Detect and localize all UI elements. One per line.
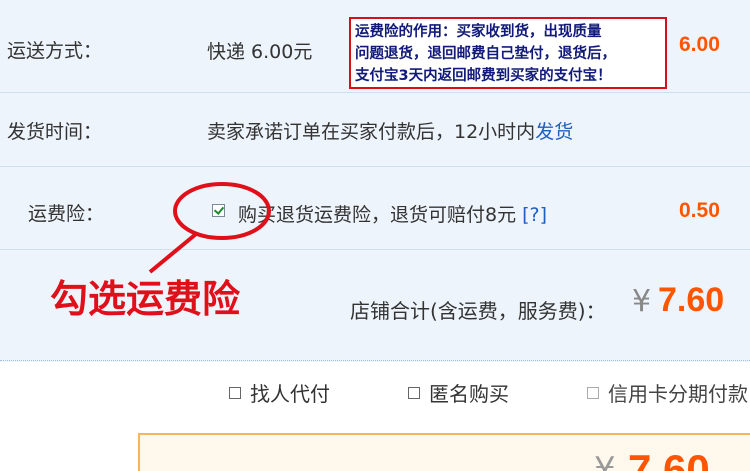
freight-insurance-text: 购买退货运费险，退货可赔付8元: [238, 204, 517, 226]
shop-total-amount: 7.60: [658, 281, 725, 319]
row-divider: [0, 249, 750, 250]
note-line-3: 支付宝3天内返回邮费到买家的支付宝！: [355, 68, 612, 84]
shipping-method: 快递 6.00元: [207, 41, 313, 63]
order-total-amount: 7.60: [628, 446, 710, 471]
row-divider: [0, 92, 750, 93]
option-anonymous-purchase[interactable]: 匿名购买: [408, 378, 509, 407]
proxy-pay-checkbox[interactable]: [229, 386, 241, 399]
freight-insurance-option: 购买退货运费险，退货可赔付8元 [?]: [238, 200, 547, 227]
freight-insurance-checkbox[interactable]: [212, 204, 225, 217]
delivery-time-text: 卖家承诺订单在买家付款后，12小时内发货: [207, 117, 573, 144]
option-label: 找人代付: [250, 382, 330, 406]
option-label: 信用卡分期付款: [608, 382, 748, 406]
installment-checkbox[interactable]: [587, 386, 599, 399]
section-divider: [0, 360, 750, 361]
help-link[interactable]: [?]: [522, 204, 547, 226]
anonymous-checkbox[interactable]: [408, 386, 420, 399]
delivery-promise: 卖家承诺订单在买家付款后，12小时内: [207, 121, 536, 143]
option-label: 匿名购买: [429, 382, 509, 406]
delivery-link[interactable]: 发货: [535, 121, 573, 143]
note-line-2: 问题退货，退回邮费自己垫付，退货后，: [355, 46, 616, 62]
shop-total-currency: ¥: [632, 284, 652, 319]
order-total-currency: ¥: [594, 450, 616, 471]
annotation-text: 勾选运费险: [50, 277, 241, 321]
shipping-label: 运送方式：: [7, 40, 103, 62]
freight-insurance-price: 0.50: [679, 199, 720, 222]
shop-total-label: 店铺合计(含运费，服务费)：: [350, 299, 606, 323]
freight-insurance-label: 运费险：: [28, 203, 105, 225]
note-line-1: 运费险的作用：买家收到货，出现质量: [355, 24, 602, 40]
row-divider: [0, 166, 750, 167]
delivery-time-label: 发货时间：: [7, 121, 103, 143]
option-proxy-pay[interactable]: 找人代付: [229, 378, 330, 407]
freight-insurance-note: 运费险的作用：买家收到货，出现质量 问题退货，退回邮费自己垫付，退货后， 支付宝…: [349, 17, 667, 89]
shipping-price: 6.00: [679, 33, 720, 56]
option-credit-installment[interactable]: 信用卡分期付款: [587, 378, 748, 407]
